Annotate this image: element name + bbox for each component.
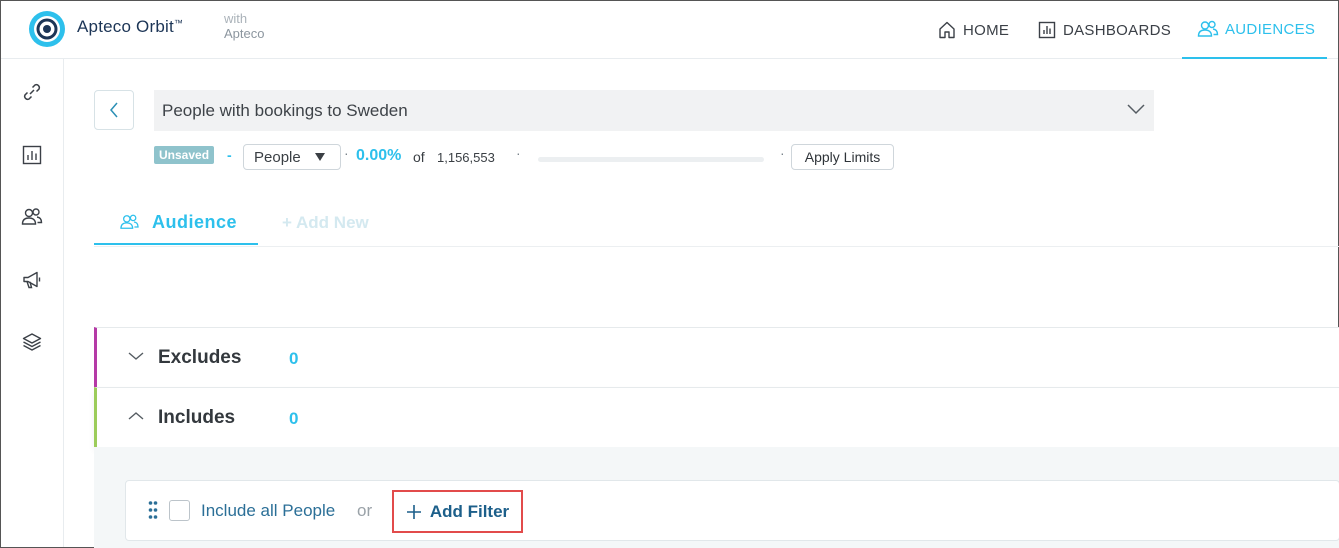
brand-name: Apteco Orbit™: [77, 17, 184, 36]
chevron-up-icon[interactable]: [127, 410, 145, 422]
add-filter-button[interactable]: Add Filter: [392, 490, 523, 533]
tab-audience[interactable]: Audience: [94, 201, 258, 245]
excludes-label: Excludes: [158, 347, 242, 368]
back-button[interactable]: [94, 90, 134, 130]
nav-home[interactable]: HOME: [937, 1, 1009, 59]
caret-down-icon: [315, 153, 325, 161]
separator-dash: -: [227, 147, 232, 163]
audience-meta-row: Unsaved - People · 0.00% of 1,156,553 · …: [154, 144, 914, 170]
apply-limits-button[interactable]: Apply Limits: [791, 144, 894, 170]
separator-dot: ·: [344, 145, 349, 161]
with-vendor: with Apteco: [224, 11, 265, 41]
resolve-level-value: People: [254, 148, 301, 166]
filter-row: Include all People or Add Filter: [125, 480, 1339, 541]
top-navbar: Apteco Orbit™ with Apteco HOME DASHBOARD…: [1, 1, 1338, 59]
layers-icon[interactable]: [21, 331, 43, 353]
people-icon[interactable]: [21, 206, 43, 228]
people-icon: [1197, 20, 1219, 37]
add-filter-label: Add Filter: [429, 501, 510, 521]
audience-tabs: Audience + Add New: [94, 201, 1339, 247]
sidebar: [1, 59, 64, 547]
excludes-count: 0: [289, 349, 299, 368]
megaphone-icon[interactable]: [21, 269, 43, 291]
chevron-down-icon[interactable]: [1126, 102, 1146, 116]
tab-add-new[interactable]: + Add New: [282, 213, 369, 233]
nav-audiences-label: AUDIENCES: [1225, 20, 1316, 38]
include-all-checkbox[interactable]: [169, 500, 190, 521]
nav-home-label: HOME: [963, 21, 1010, 39]
audience-title-field[interactable]: People with bookings to Sweden: [154, 90, 1154, 131]
dashboard-chart-icon: [1038, 21, 1056, 39]
plus-icon: [406, 504, 421, 519]
nav-dashboards-label: DASHBOARDS: [1063, 21, 1172, 39]
nav-dashboards[interactable]: DASHBOARDS: [1037, 1, 1171, 59]
resolve-level-select[interactable]: People: [243, 144, 341, 170]
separator-dot: ·: [516, 145, 521, 161]
home-icon: [939, 21, 955, 39]
or-label: or: [357, 501, 373, 520]
tab-audience-label: Audience: [152, 211, 238, 232]
nav-audiences[interactable]: AUDIENCES: [1182, 1, 1327, 59]
of-label: of: [413, 149, 425, 165]
audience-percent: 0.00%: [356, 147, 402, 164]
audience-total: 1,156,553: [437, 150, 495, 165]
drag-handle-icon[interactable]: [148, 500, 158, 520]
status-badge: Unsaved: [154, 146, 215, 164]
chevron-down-icon[interactable]: [127, 350, 145, 362]
excludes-section[interactable]: Excludes 0: [94, 327, 1339, 387]
includes-count: 0: [289, 409, 299, 428]
include-all-label[interactable]: Include all People: [201, 501, 335, 521]
includes-label: Includes: [158, 407, 236, 428]
link-icon[interactable]: [21, 81, 43, 103]
dashboard-chart-icon[interactable]: [21, 144, 43, 166]
includes-section[interactable]: Includes 0: [94, 387, 1339, 447]
count-progress-bar: [538, 157, 764, 162]
separator-dot: ·: [780, 145, 785, 161]
people-icon: [120, 214, 139, 229]
chevron-left-icon: [110, 102, 118, 118]
apteco-orbit-logo[interactable]: [28, 10, 66, 48]
audience-title: People with bookings to Sweden: [162, 100, 408, 120]
